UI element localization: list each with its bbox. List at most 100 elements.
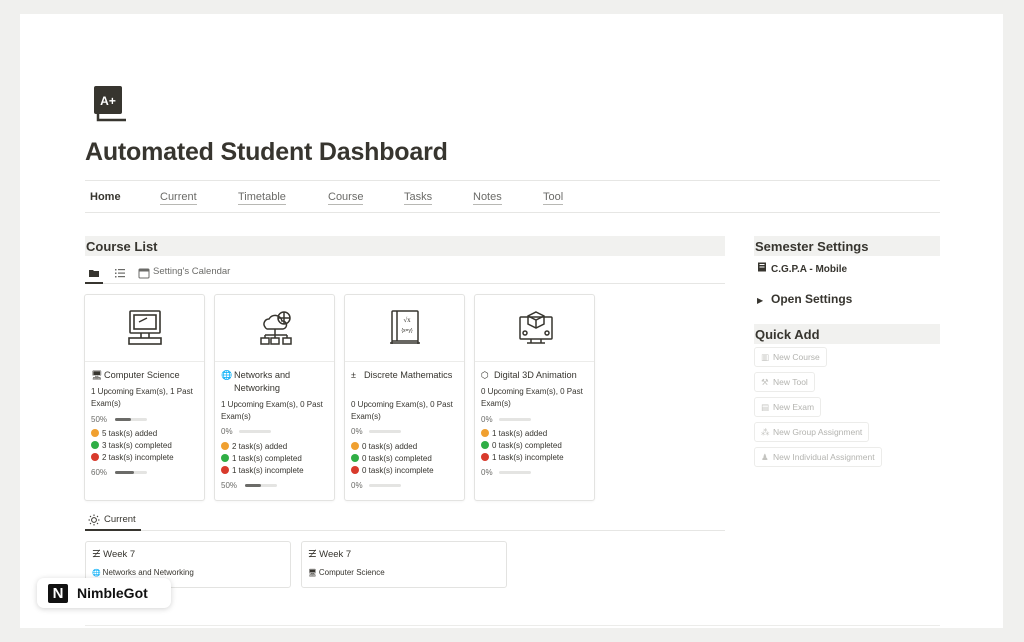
notion-page: A+ Automated Student Dashboard Home Curr… xyxy=(20,14,1003,628)
red-circle-icon xyxy=(91,453,99,461)
new-group-assignment-button[interactable]: ⁂ New Group Assignment xyxy=(754,422,870,442)
3d-cube-monitor-icon xyxy=(475,295,594,362)
book-icon: ▥ xyxy=(761,352,770,362)
semester-settings-heading: Semester Settings xyxy=(754,236,940,256)
tasks-added: 5 task(s) added xyxy=(91,429,157,438)
grade-a-plus-icon[interactable]: A+ xyxy=(92,84,132,124)
nimblegot-logo-icon: N xyxy=(48,584,68,603)
view-settings-calendar[interactable]: Setting's Calendar xyxy=(153,266,230,277)
tasks-added: 1 task(s) added xyxy=(481,429,547,438)
new-tool-button[interactable]: ⚒ New Tool xyxy=(754,372,815,392)
tasks-completed: 3 task(s) completed xyxy=(91,441,172,450)
folder-icon[interactable] xyxy=(88,266,102,280)
tasks-incomplete: 1 task(s) incomplete xyxy=(481,453,564,462)
document-icon xyxy=(757,262,771,275)
tab-tool[interactable]: Tool xyxy=(543,191,564,205)
course-card[interactable]: ⬡ Digital 3D Animation 0 Upcoming Exam(s)… xyxy=(474,294,595,501)
tasks-incomplete: 0 task(s) incomplete xyxy=(351,466,434,475)
svg-text:√x: √x xyxy=(403,316,411,324)
tasks-added: 0 task(s) added xyxy=(351,442,417,451)
desktop-icon: 🖥 xyxy=(308,570,319,577)
orange-circle-icon xyxy=(351,442,359,450)
course-list-heading: Course List xyxy=(85,236,725,256)
course-title: Digital 3D Animation xyxy=(494,370,577,380)
orange-circle-icon xyxy=(91,429,99,437)
top-nav: Home Current Timetable Course Tasks Note… xyxy=(85,180,940,213)
course-card[interactable]: 🖥 Computer Science 1 Upcoming Exam(s), 1 … xyxy=(84,294,205,501)
task-progress-label: 0% xyxy=(481,468,531,477)
orange-circle-icon xyxy=(221,442,229,450)
tasks-completed: 1 task(s) completed xyxy=(221,454,302,463)
exam-progress-bar xyxy=(369,430,401,433)
exam-summary: 0 Upcoming Exam(s), 0 Past Exam(s) xyxy=(481,387,583,408)
tab-course[interactable]: Course xyxy=(328,191,364,205)
red-circle-icon xyxy=(221,466,229,474)
document-icon: ▤ xyxy=(761,402,770,412)
new-individual-assignment-button[interactable]: ♟ New Individual Assignment xyxy=(754,447,882,467)
divider xyxy=(85,625,940,626)
cloud-network-icon xyxy=(215,295,334,362)
exam-progress-label: 0% xyxy=(481,415,531,424)
course-card[interactable]: 🌐 Networks and Networking 1 Upcoming Exam… xyxy=(214,294,335,501)
exam-progress-bar xyxy=(499,418,531,421)
nimblegot-badge[interactable]: N NimbleGot xyxy=(37,578,171,608)
tasks-incomplete: 2 task(s) incomplete xyxy=(91,453,174,462)
tasks-incomplete: 1 task(s) incomplete xyxy=(221,466,304,475)
math-notebook-icon: √x {x=y} xyxy=(345,295,464,362)
exam-summary: 1 Upcoming Exam(s), 0 Past Exam(s) xyxy=(221,400,323,421)
task-progress-bar xyxy=(369,484,401,487)
green-circle-icon xyxy=(91,441,99,449)
active-tab-indicator xyxy=(85,529,141,531)
current-tab-label: Current xyxy=(104,514,136,525)
week-course: Networks and Networking xyxy=(102,568,194,577)
exam-summary: 0 Upcoming Exam(s), 0 Past Exam(s) xyxy=(351,400,453,421)
task-progress-label: 50% xyxy=(221,481,277,490)
tab-current[interactable]: Current xyxy=(160,191,197,205)
person-icon: ♟ xyxy=(761,452,769,462)
week-title: Week 7 xyxy=(103,549,136,560)
course-title: Networks and Networking xyxy=(234,370,291,393)
open-settings-toggle[interactable]: ▶ Open Settings xyxy=(757,292,852,306)
green-circle-icon xyxy=(481,441,489,449)
cgpa-link[interactable]: C.G.P.A - Mobile xyxy=(757,262,847,275)
new-course-button[interactable]: ▥ New Course xyxy=(754,347,827,367)
desktop-icon: 🖥 xyxy=(91,370,103,380)
triangle-right-icon: ▶ xyxy=(757,296,764,305)
page-title: Automated Student Dashboard xyxy=(85,138,448,166)
globe-icon: 🌐 xyxy=(221,370,233,380)
tab-notes[interactable]: Notes xyxy=(473,191,502,205)
task-progress-bar xyxy=(245,484,277,487)
exam-progress-label: 0% xyxy=(351,427,401,436)
computer-monitor-icon xyxy=(85,295,204,362)
math-operators-icon: ± xyxy=(351,370,356,380)
tasks-completed: 0 task(s) completed xyxy=(481,441,562,450)
wrench-icon: ⚒ xyxy=(761,377,769,387)
tab-home[interactable]: Home xyxy=(90,191,121,204)
exam-progress-bar xyxy=(115,418,147,421)
globe-icon: 🌐 xyxy=(92,570,103,577)
list-icon[interactable] xyxy=(114,266,128,280)
task-progress-bar xyxy=(499,471,531,474)
nimblegot-name: NimbleGot xyxy=(77,585,148,601)
svg-text:{x=y}: {x=y} xyxy=(401,328,413,334)
exam-summary: 1 Upcoming Exam(s), 1 Past Exam(s) xyxy=(91,387,193,408)
view-switcher: Setting's Calendar xyxy=(85,262,725,284)
week-card[interactable]: ☰̸ Week 7 🖥 Computer Science xyxy=(301,541,507,588)
tasks-completed: 0 task(s) completed xyxy=(351,454,432,463)
red-circle-icon xyxy=(351,466,359,474)
week-title: Week 7 xyxy=(319,549,352,560)
tab-tasks[interactable]: Tasks xyxy=(404,191,433,205)
new-exam-button[interactable]: ▤ New Exam xyxy=(754,397,822,417)
tab-timetable[interactable]: Timetable xyxy=(238,191,286,205)
course-title: Discrete Mathematics xyxy=(364,370,453,380)
green-circle-icon xyxy=(351,454,359,462)
tasks-added: 2 task(s) added xyxy=(221,442,287,451)
calendar-icon[interactable] xyxy=(138,266,152,280)
current-view-tab[interactable]: Current xyxy=(85,511,725,531)
exam-progress-bar xyxy=(239,430,271,433)
checklist-icon: ☰̸ xyxy=(308,549,320,560)
week-course: Computer Science xyxy=(318,568,385,577)
task-progress-label: 60% xyxy=(91,468,147,477)
quick-add-heading: Quick Add xyxy=(754,324,940,344)
course-card[interactable]: √x {x=y} ± Discrete Mathematics 0 Upcoming… xyxy=(344,294,465,501)
